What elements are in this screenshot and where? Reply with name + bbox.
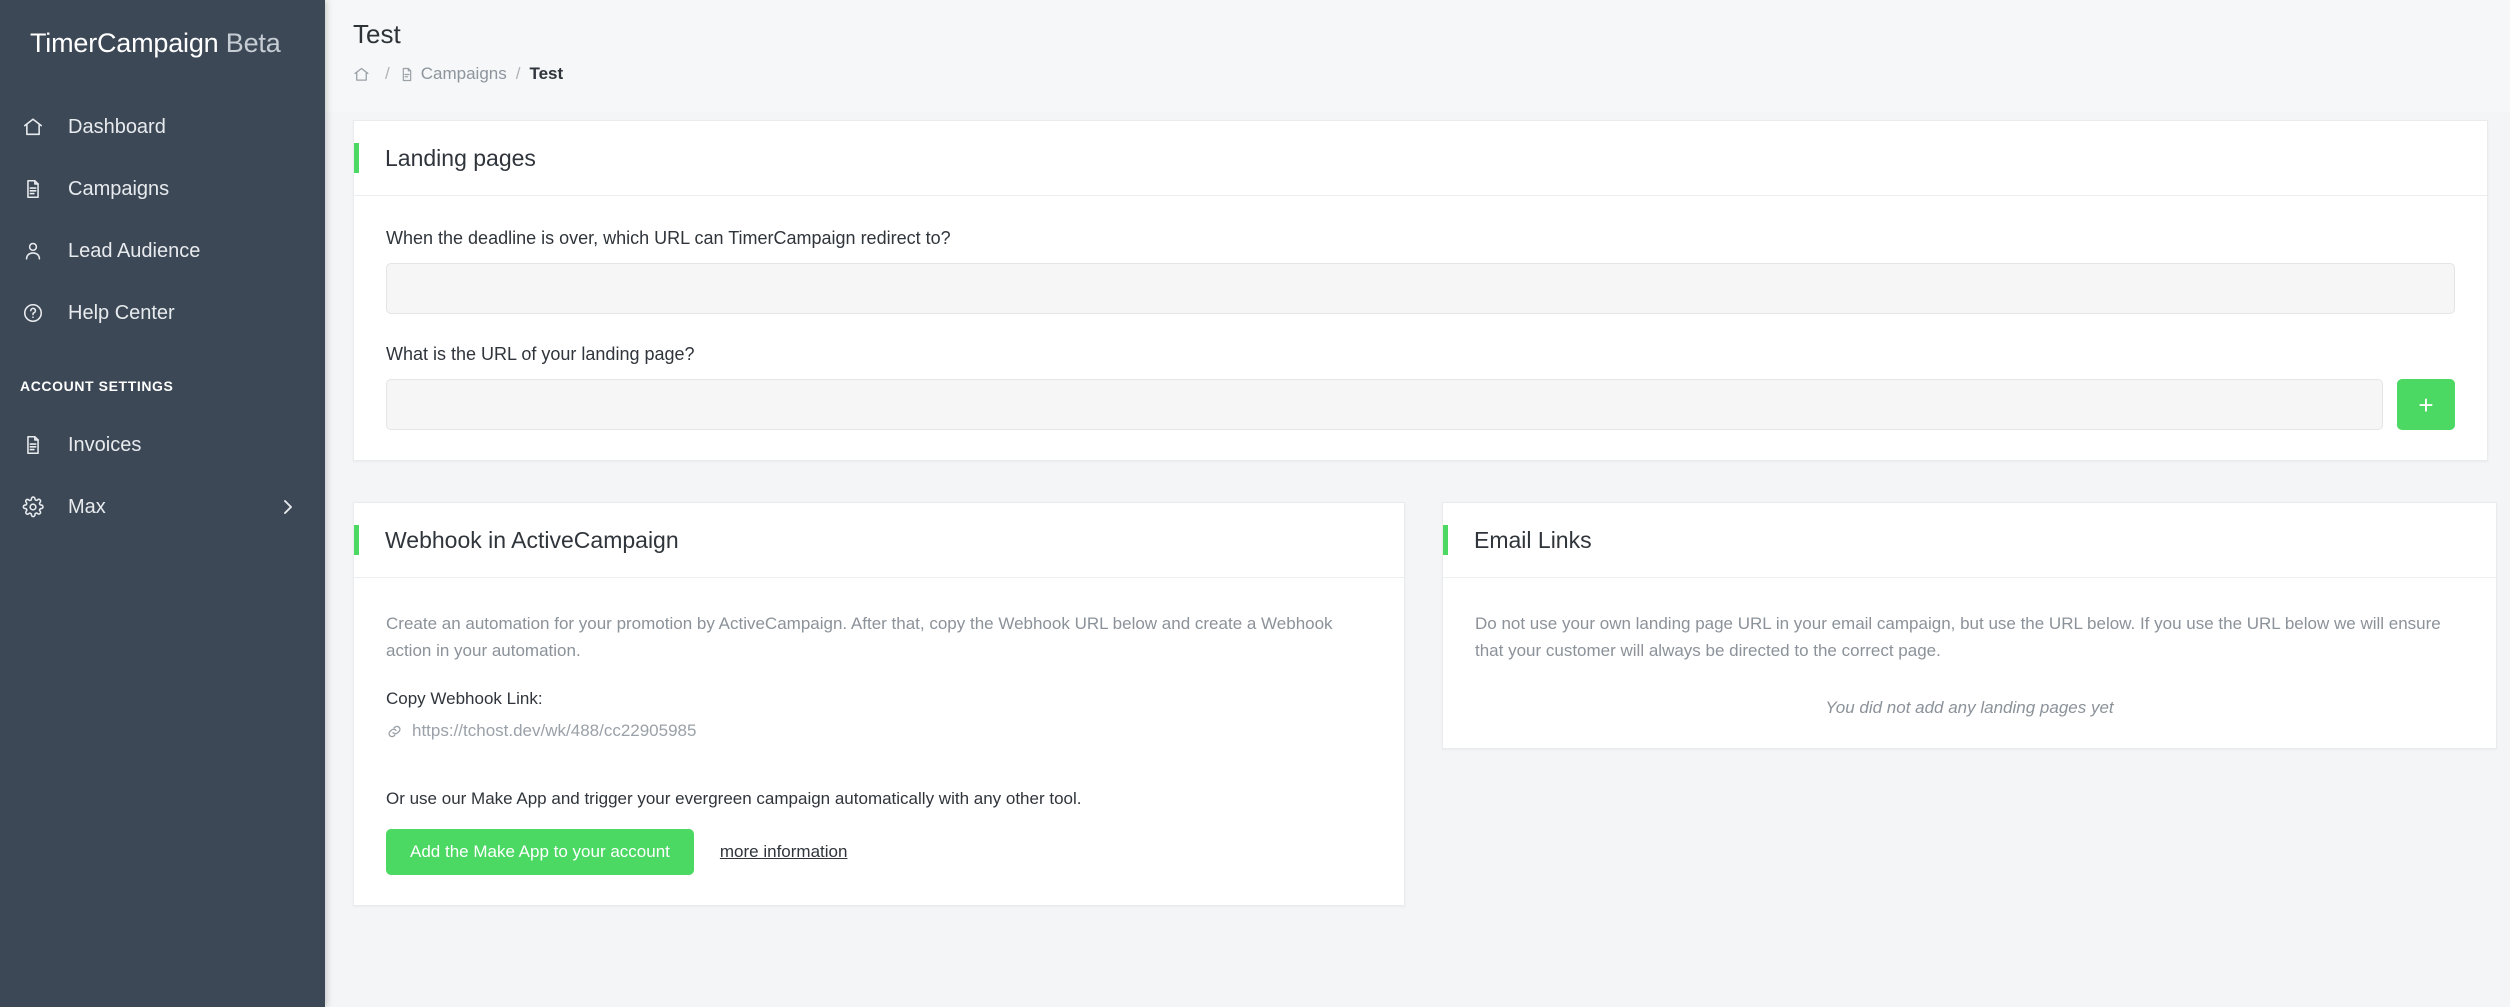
redirect-url-input[interactable] (386, 263, 2455, 314)
page-title: Test (353, 19, 401, 49)
landing-pages-card: Landing pages When the deadline is over,… (353, 120, 2488, 461)
landing-pages-card-header: Landing pages (354, 121, 2487, 196)
document-icon (22, 178, 56, 200)
breadcrumb-campaigns-link[interactable]: Campaigns (399, 64, 507, 84)
user-icon (22, 240, 56, 262)
webhook-card-header: Webhook in ActiveCampaign (354, 503, 1404, 578)
breadcrumb-home-link[interactable] (353, 66, 376, 83)
sidebar-item-label: Lead Audience (68, 239, 201, 262)
brand-beta-tag: Beta (225, 28, 281, 58)
main-content: Test / Campaigns / Test Landing pages Wh… (325, 0, 2510, 1007)
make-app-description: Or use our Make App and trigger your eve… (386, 789, 1082, 808)
app-root: TimerCampaign Beta Dashboard Campaigns L… (0, 0, 2510, 1007)
brand-name: TimerCampaign (30, 28, 219, 58)
breadcrumb: / Campaigns / Test (353, 64, 2510, 84)
more-information-link[interactable]: more information (720, 842, 848, 862)
webhook-column: Webhook in ActiveCampaign Create an auto… (353, 502, 1405, 906)
make-app-actions: Add the Make App to your account more in… (386, 829, 1372, 875)
sidebar-nav: Dashboard Campaigns Lead Audience Help C… (0, 96, 325, 538)
landing-page-url-input[interactable] (386, 379, 2383, 430)
webhook-url-link[interactable]: https://tchost.dev/wk/488/cc22905985 (386, 721, 1372, 741)
email-links-description: Do not use your own landing page URL in … (1475, 614, 2441, 660)
landing-pages-title: Landing pages (385, 144, 536, 171)
copy-webhook-label: Copy Webhook Link: (386, 689, 543, 708)
accent-bar (354, 525, 359, 555)
sidebar-item-lead-audience[interactable]: Lead Audience (0, 220, 325, 282)
chevron-right-icon (281, 497, 295, 517)
redirect-url-label: When the deadline is over, which URL can… (386, 228, 951, 248)
sidebar-item-invoices[interactable]: Invoices (0, 414, 325, 476)
document-icon (22, 434, 56, 456)
landing-page-url-label: What is the URL of your landing page? (386, 344, 695, 364)
sidebar-item-label: Help Center (68, 301, 175, 324)
document-icon (399, 66, 421, 83)
plus-icon: + (2418, 389, 2434, 420)
sidebar-section-account-settings: ACCOUNT SETTINGS (20, 378, 174, 394)
add-landing-page-button[interactable]: + (2397, 379, 2455, 430)
email-links-empty-state: You did not add any landing pages yet (1825, 698, 2114, 717)
webhook-title: Webhook in ActiveCampaign (385, 526, 679, 553)
landing-page-url-row: + (386, 379, 2455, 430)
sidebar-item-dashboard[interactable]: Dashboard (0, 96, 325, 158)
breadcrumb-campaigns-label: Campaigns (420, 64, 507, 83)
page-header: Test / Campaigns / Test (325, 0, 2510, 112)
sidebar-item-label: Campaigns (68, 177, 170, 200)
chain-link-icon (386, 723, 412, 740)
breadcrumb-current: Test (529, 64, 564, 83)
webhook-card: Webhook in ActiveCampaign Create an auto… (353, 502, 1405, 906)
webhook-url-text: https://tchost.dev/wk/488/cc22905985 (412, 721, 697, 740)
landing-pages-card-body: When the deadline is over, which URL can… (354, 196, 2487, 460)
accent-bar (354, 143, 359, 173)
email-links-column: Email Links Do not use your own landing … (1442, 502, 2497, 749)
field-spacer (386, 314, 2455, 344)
sidebar-item-max[interactable]: Max (0, 476, 325, 538)
breadcrumb-separator: / (515, 64, 521, 83)
content-area: Landing pages When the deadline is over,… (325, 112, 2510, 906)
sidebar-item-label: Max (68, 495, 106, 518)
question-circle-icon (22, 302, 56, 324)
add-make-app-button[interactable]: Add the Make App to your account (386, 829, 694, 875)
sidebar-item-label: Invoices (68, 433, 142, 456)
webhook-description: Create an automation for your promotion … (386, 614, 1333, 660)
home-icon (22, 116, 56, 138)
sidebar: TimerCampaign Beta Dashboard Campaigns L… (0, 0, 325, 1007)
webhook-card-body: Create an automation for your promotion … (354, 578, 1404, 905)
bottom-cards-row: Webhook in ActiveCampaign Create an auto… (353, 502, 2497, 906)
sidebar-item-campaigns[interactable]: Campaigns (0, 158, 325, 220)
email-links-card-header: Email Links (1443, 503, 2496, 578)
email-links-card: Email Links Do not use your own landing … (1442, 502, 2497, 749)
brand-logo[interactable]: TimerCampaign Beta (0, 0, 325, 60)
sidebar-item-help-center[interactable]: Help Center (0, 282, 325, 344)
breadcrumb-separator: / (385, 64, 390, 83)
sidebar-item-label: Dashboard (68, 115, 166, 138)
email-links-card-body: Do not use your own landing page URL in … (1443, 578, 2496, 748)
gear-icon (22, 496, 56, 518)
home-icon (353, 66, 376, 83)
email-links-title: Email Links (1474, 526, 1592, 553)
accent-bar (1443, 525, 1448, 555)
